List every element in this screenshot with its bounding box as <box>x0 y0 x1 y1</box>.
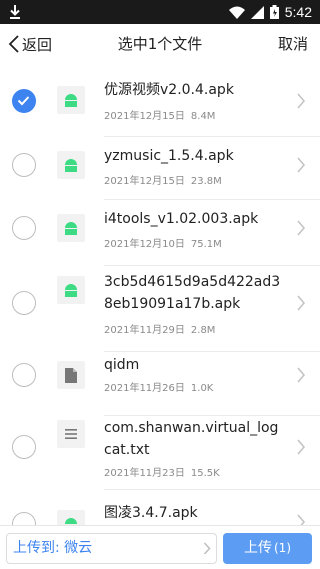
file-meta: 2021年12月10日 75.1M <box>104 235 222 250</box>
file-icon <box>57 361 85 389</box>
file-name: qidm <box>104 357 140 373</box>
upload-button[interactable]: 上传 (1) <box>223 533 312 564</box>
file-date: 2021年11月23日 <box>104 468 185 479</box>
file-meta: 2021年12月15日 23.8M <box>104 172 222 187</box>
file-name: com.shanwan.virtual_logcat.txt <box>104 420 279 458</box>
apk-icon <box>57 276 85 304</box>
apk-icon <box>57 86 85 114</box>
file-meta: 2021年12月15日 8.4M <box>104 107 215 122</box>
chevron-right-icon <box>297 93 306 109</box>
file-meta: 2021年11月23日 15.5K <box>104 464 220 479</box>
top-bar: 选中1个文件 返回 取消 <box>0 24 320 64</box>
list-item[interactable]: qidm 2021年11月26日 1.0K <box>0 352 320 416</box>
file-name: yzmusic_1.5.4.apk <box>104 148 234 164</box>
apk-icon <box>57 151 85 179</box>
file-meta: 2021年11月26日 1.0K <box>104 379 213 394</box>
checkbox[interactable] <box>12 363 36 387</box>
file-date: 2021年12月10日 <box>104 239 185 250</box>
download-icon <box>10 5 20 19</box>
chevron-right-icon <box>297 295 306 311</box>
checkbox[interactable] <box>12 216 36 240</box>
upload-destination-label: 上传到: 微云 <box>13 540 93 556</box>
back-label: 返回 <box>22 35 53 54</box>
text-file-icon <box>57 420 85 448</box>
file-size: 1.0K <box>190 383 214 394</box>
list-item[interactable]: 优源视频v2.0.4.apk 2021年12月15日 8.4M <box>0 64 320 137</box>
checkbox[interactable] <box>12 435 36 459</box>
chevron-right-icon <box>297 220 306 236</box>
file-size: 2.8M <box>190 325 216 336</box>
bottom-bar: 上传到: 微云 上传 (1) <box>0 525 320 569</box>
file-date: 2021年12月15日 <box>104 176 185 187</box>
file-size: 15.5K <box>190 468 220 479</box>
chevron-left-icon <box>8 35 19 53</box>
check-icon <box>17 96 30 106</box>
file-size: 75.1M <box>190 239 222 250</box>
chevron-right-icon <box>297 157 306 173</box>
list-item[interactable]: 图凌3.4.7.apk <box>0 502 320 525</box>
apk-icon <box>57 510 85 525</box>
back-button[interactable]: 返回 <box>8 24 52 64</box>
file-name: 图凌3.4.7.apk <box>104 505 198 521</box>
wifi-icon <box>228 6 245 19</box>
upload-count: (1) <box>274 541 291 555</box>
file-date: 2021年11月29日 <box>104 325 185 336</box>
apk-icon <box>57 214 85 242</box>
list-item[interactable]: i4tools_v1.02.003.apk 2021年12月10日 75.1M <box>0 200 320 266</box>
chevron-right-icon <box>297 439 306 455</box>
file-meta: 2021年11月29日 2.8M <box>104 321 215 336</box>
file-date: 2021年12月15日 <box>104 111 185 122</box>
chevron-right-icon <box>297 367 306 383</box>
file-size: 8.4M <box>190 111 216 122</box>
list-item[interactable]: 3cb5d4615d9a5d422ad38eb19091a17b.apk 202… <box>0 266 320 352</box>
status-bar: 5:42 <box>0 0 320 24</box>
file-list: 优源视频v2.0.4.apk 2021年12月15日 8.4M yzmusic_1… <box>0 64 320 525</box>
checkbox[interactable] <box>12 512 36 525</box>
file-name: 优源视频v2.0.4.apk <box>104 82 234 98</box>
chevron-right-icon <box>203 542 211 555</box>
file-name: 3cb5d4615d9a5d422ad38eb19091a17b.apk <box>104 274 281 312</box>
list-item[interactable]: yzmusic_1.5.4.apk 2021年12月15日 23.8M <box>0 137 320 200</box>
status-time: 5:42 <box>284 4 312 20</box>
upload-label: 上传 <box>244 540 272 556</box>
checkbox[interactable] <box>12 153 36 177</box>
chevron-right-icon <box>297 514 306 525</box>
list-item[interactable]: com.shanwan.virtual_logcat.txt 2021年11月2… <box>0 416 320 502</box>
checkbox[interactable] <box>12 291 36 315</box>
file-date: 2021年11月26日 <box>104 383 185 394</box>
checkbox-checked[interactable] <box>12 89 36 113</box>
upload-destination-selector[interactable]: 上传到: 微云 <box>6 533 217 564</box>
file-size: 23.8M <box>190 176 222 187</box>
file-name: i4tools_v1.02.003.apk <box>104 211 259 227</box>
divider <box>104 489 320 490</box>
battery-icon <box>269 5 279 19</box>
cancel-button[interactable]: 取消 <box>278 24 308 64</box>
signal-icon <box>250 5 264 19</box>
